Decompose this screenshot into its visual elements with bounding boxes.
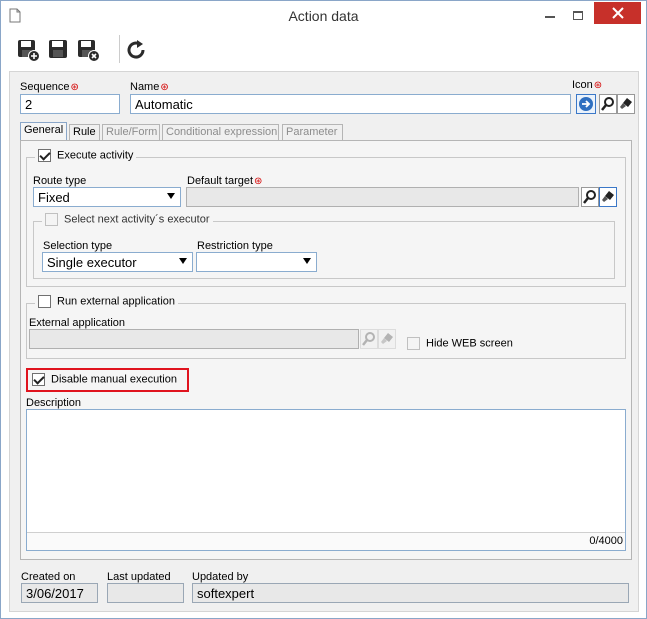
select-next-executor-checkbox[interactable]: Select next activity´s executor (42, 213, 213, 226)
created-on-field: 3/06/2017 (21, 583, 98, 603)
created-on-label: Created on (21, 571, 76, 583)
title-bar: Action data (1, 1, 646, 31)
close-button[interactable] (594, 2, 641, 24)
restriction-type-select[interactable] (196, 252, 317, 272)
tab-rule-form[interactable]: Rule/Form (102, 124, 160, 140)
external-app-search-button[interactable] (360, 329, 378, 349)
disable-manual-checkbox[interactable]: Disable manual execution (32, 373, 177, 386)
search-icon (362, 332, 375, 346)
select-next-executor-group: Select next activity´s executor Selectio… (33, 213, 615, 279)
refresh-icon[interactable] (123, 37, 149, 63)
checkbox-icon (407, 337, 420, 350)
character-counter: 0/4000 (27, 532, 625, 550)
description-textarea[interactable]: 0/4000 (26, 409, 626, 551)
chevron-down-icon (179, 258, 187, 264)
required-icon: ⊛ (160, 82, 169, 93)
description-text (27, 410, 625, 416)
arrow-right-circle-icon (579, 97, 593, 111)
maximize-button[interactable] (565, 4, 591, 26)
hide-web-checkbox[interactable]: Hide WEB screen (407, 337, 513, 350)
last-updated-field (107, 583, 184, 603)
tab-conditional-expression[interactable]: Conditional expression (162, 124, 279, 140)
run-external-group: Run external application External applic… (26, 295, 626, 359)
run-external-checkbox[interactable]: Run external application (35, 295, 179, 308)
form-area: Sequence⊛ 2 Name⊛ Automatic Icon⊛ Genera… (9, 71, 639, 612)
selection-type-label: Selection type (43, 240, 113, 252)
default-target-input[interactable] (186, 187, 579, 207)
required-icon: ⊛ (70, 82, 79, 93)
toolbar (9, 31, 639, 69)
icon-preview[interactable] (576, 94, 596, 114)
last-updated-label: Last updated (107, 571, 171, 583)
sequence-label: Sequence⊛ (20, 81, 79, 93)
eraser-icon (602, 191, 614, 202)
minimize-button[interactable] (537, 6, 563, 28)
external-app-input[interactable] (29, 329, 359, 349)
chevron-down-icon (167, 193, 175, 199)
required-icon: ⊛ (254, 176, 263, 187)
chevron-down-icon (303, 258, 311, 264)
search-icon (601, 97, 614, 111)
external-app-label: External application (29, 317, 126, 329)
action-data-window: Action data Sequence⊛ 2 Name⊛ Automatic … (0, 0, 647, 619)
icon-label: Icon⊛ (572, 79, 603, 91)
updated-by-field: softexpert (192, 583, 629, 603)
save-close-icon[interactable] (75, 37, 101, 63)
default-target-search-button[interactable] (581, 187, 599, 207)
name-label: Name⊛ (130, 81, 169, 93)
eraser-icon (620, 98, 632, 109)
eraser-icon (381, 333, 393, 344)
updated-by-label: Updated by (192, 571, 249, 583)
sequence-input[interactable]: 2 (20, 94, 120, 114)
checkbox-checked-icon (32, 373, 45, 386)
name-input[interactable]: Automatic (130, 94, 571, 114)
tab-rule[interactable]: Rule (69, 124, 100, 140)
maximize-icon (573, 11, 583, 20)
save-icon[interactable] (45, 37, 71, 63)
checkbox-icon (38, 295, 51, 308)
selection-type-select[interactable]: Single executor (42, 252, 193, 272)
restriction-type-label: Restriction type (197, 240, 273, 252)
icon-clear-button[interactable] (617, 94, 635, 114)
required-icon: ⊛ (593, 80, 603, 91)
save-new-icon[interactable] (15, 37, 41, 63)
checkbox-icon (45, 213, 58, 226)
search-icon (583, 190, 596, 204)
tab-general[interactable]: General (20, 122, 67, 141)
external-app-clear-button[interactable] (378, 329, 396, 349)
icon-search-button[interactable] (599, 94, 617, 114)
execute-activity-group: Execute activity Route type Fixed Defaul… (26, 149, 626, 287)
close-icon (611, 7, 624, 19)
default-target-clear-button[interactable] (599, 187, 617, 207)
route-type-select[interactable]: Fixed (33, 187, 181, 207)
tab-parameter[interactable]: Parameter (282, 124, 343, 140)
execute-activity-checkbox[interactable]: Execute activity (35, 149, 137, 162)
default-target-label: Default target⊛ (187, 175, 263, 187)
minimize-icon (545, 16, 555, 18)
general-tab-panel: Execute activity Route type Fixed Defaul… (20, 140, 632, 560)
description-label: Description (26, 397, 82, 409)
toolbar-separator (119, 35, 120, 63)
route-type-label: Route type (33, 175, 87, 187)
checkbox-checked-icon (38, 149, 51, 162)
